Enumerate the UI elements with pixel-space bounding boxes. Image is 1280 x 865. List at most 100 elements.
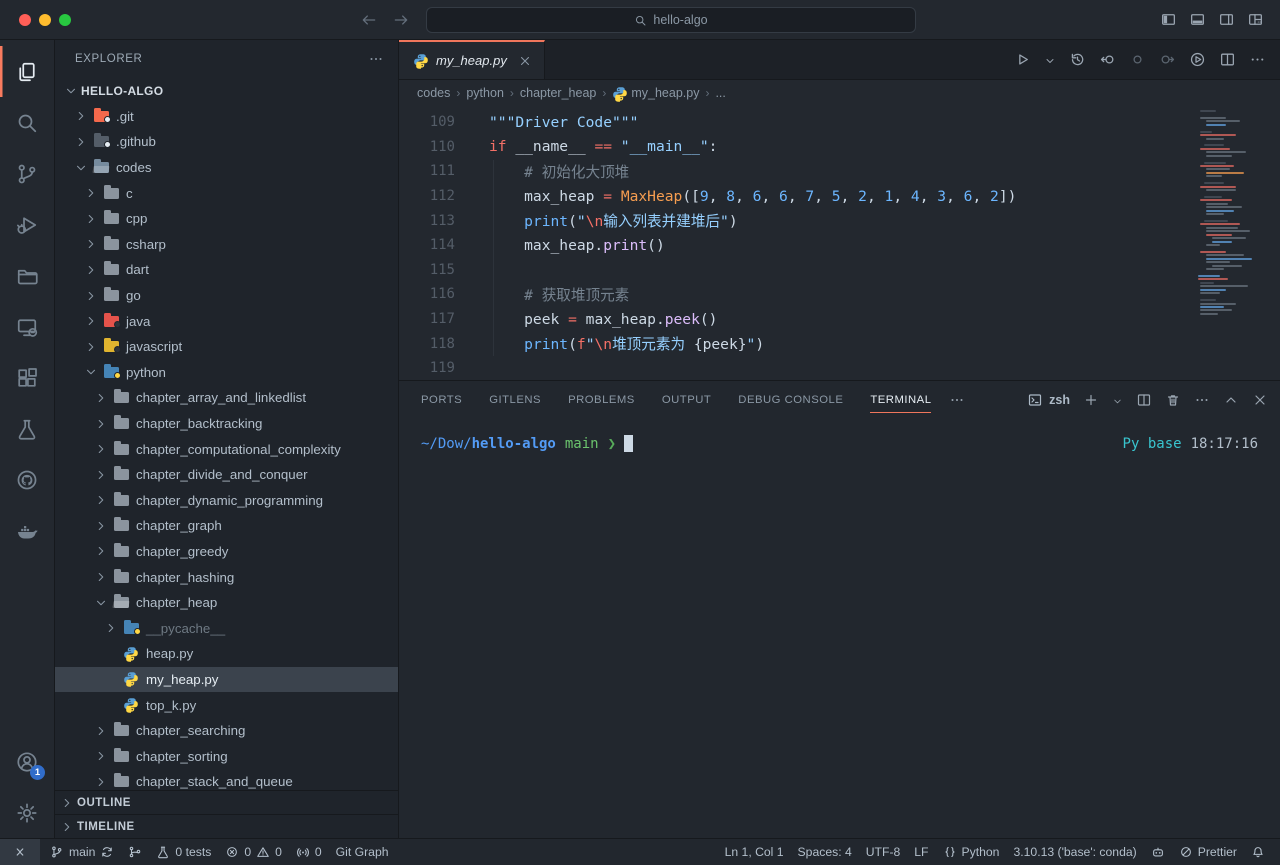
chevron-right-icon[interactable] xyxy=(83,313,99,329)
code-editor[interactable]: 109"""Driver Code"""110if __name__ == "_… xyxy=(399,106,1280,380)
status-remote-indicator[interactable] xyxy=(0,839,40,865)
chevron-right-icon[interactable] xyxy=(83,236,99,252)
chevron-right-icon[interactable] xyxy=(83,211,99,227)
tree-item-javascript[interactable]: javascript xyxy=(55,334,398,360)
chevron-right-icon[interactable] xyxy=(83,339,99,355)
activity-explorer[interactable] xyxy=(0,46,54,97)
chevron-right-icon[interactable] xyxy=(103,620,119,636)
chevron-down-icon[interactable] xyxy=(83,364,99,380)
chevron-right-icon[interactable] xyxy=(83,185,99,201)
status-problems[interactable]: 00 xyxy=(218,839,289,865)
activity-source-control[interactable] xyxy=(0,148,54,199)
activity-run-debug[interactable] xyxy=(0,199,54,250)
activity-github[interactable] xyxy=(0,454,54,505)
toggle-secondary-sidebar-icon[interactable] xyxy=(1218,11,1235,28)
tree-item-chapter-sorting[interactable]: chapter_sorting xyxy=(55,743,398,769)
tree-item--github[interactable]: .github xyxy=(55,129,398,155)
more-actions-icon[interactable] xyxy=(1249,51,1266,68)
status-python-interpreter[interactable]: 3.10.13 ('base': conda) xyxy=(1006,839,1143,865)
status-ports-forwarded[interactable]: 0 xyxy=(289,839,329,865)
tree-item-chapter-divide-and-conquer[interactable]: chapter_divide_and_conquer xyxy=(55,462,398,488)
activity-remote-explorer[interactable] xyxy=(0,301,54,352)
status-indentation[interactable]: Spaces: 4 xyxy=(791,839,859,865)
run-or-debug-icon[interactable] xyxy=(1189,51,1206,68)
status-eol[interactable]: LF xyxy=(907,839,935,865)
activity-accounts[interactable]: 1 xyxy=(0,736,54,787)
tree-item-java[interactable]: java xyxy=(55,308,398,334)
chevron-right-icon[interactable] xyxy=(73,134,89,150)
chevron-right-icon[interactable] xyxy=(93,543,109,559)
status-git-graph-button[interactable] xyxy=(121,839,149,865)
tree-item-go[interactable]: go xyxy=(55,283,398,309)
close-window-button[interactable] xyxy=(19,14,31,26)
shell-selector[interactable]: zsh xyxy=(1027,392,1070,408)
breadcrumb-item[interactable]: ... xyxy=(715,86,725,100)
tree-item-chapter-stack-and-queue[interactable]: chapter_stack_and_queue xyxy=(55,769,398,790)
navigate-back-icon[interactable] xyxy=(360,11,378,29)
activity-search[interactable] xyxy=(0,97,54,148)
breadcrumb-item[interactable]: codes xyxy=(417,86,450,100)
chevron-right-icon[interactable] xyxy=(73,108,89,124)
toggle-sidebar-icon[interactable] xyxy=(1160,11,1177,28)
activity-extensions[interactable] xyxy=(0,352,54,403)
tree-item-chapter-dynamic-programming[interactable]: chapter_dynamic_programming xyxy=(55,488,398,514)
tree-item-chapter-searching[interactable]: chapter_searching xyxy=(55,718,398,744)
minimap[interactable] xyxy=(1198,110,1274,380)
tree-item-dart[interactable]: dart xyxy=(55,257,398,283)
tree-item-my-heap-py[interactable]: my_heap.py xyxy=(55,667,398,693)
status-tests[interactable]: 0 tests xyxy=(149,839,218,865)
panel-tab-debug-console[interactable]: DEBUG CONSOLE xyxy=(738,381,843,419)
chevron-down-icon[interactable] xyxy=(63,83,79,99)
tree-item-chapter-greedy[interactable]: chapter_greedy xyxy=(55,539,398,565)
chevron-right-icon[interactable] xyxy=(93,416,109,432)
chevron-right-icon[interactable] xyxy=(93,467,109,483)
tree-item-cpp[interactable]: cpp xyxy=(55,206,398,232)
explorer-more-icon[interactable] xyxy=(368,51,384,67)
tree-item-chapter-heap[interactable]: chapter_heap xyxy=(55,590,398,616)
panel-tab-ports[interactable]: PORTS xyxy=(421,381,462,419)
activity-settings[interactable] xyxy=(0,787,54,838)
tree-item-c[interactable]: c xyxy=(55,180,398,206)
activity-testing[interactable] xyxy=(0,403,54,454)
status-git-graph-label[interactable]: Git Graph xyxy=(329,839,396,865)
customize-layout-icon[interactable] xyxy=(1247,11,1264,28)
tree-item-csharp[interactable]: csharp xyxy=(55,232,398,258)
timeline-history-icon[interactable] xyxy=(1069,51,1086,68)
split-editor-icon[interactable] xyxy=(1219,51,1236,68)
toggle-panel-icon[interactable] xyxy=(1189,11,1206,28)
tree-item-chapter-computational-complexity[interactable]: chapter_computational_complexity xyxy=(55,436,398,462)
panel-tab-output[interactable]: OUTPUT xyxy=(662,381,711,419)
nav-current-icon[interactable] xyxy=(1129,51,1146,68)
tree-item--pycache-[interactable]: __pycache__ xyxy=(55,615,398,641)
chevron-right-icon[interactable] xyxy=(83,262,99,278)
chevron-right-icon[interactable] xyxy=(83,288,99,304)
tree-item-heap-py[interactable]: heap.py xyxy=(55,641,398,667)
navigate-forward-icon[interactable] xyxy=(392,11,410,29)
chevron-right-icon[interactable] xyxy=(93,518,109,534)
breadcrumb-item[interactable]: python xyxy=(466,86,504,100)
split-terminal-icon[interactable] xyxy=(1136,392,1152,409)
tree-item-hello-algo[interactable]: HELLO-ALGO xyxy=(55,78,398,104)
nav-forward-icon[interactable] xyxy=(1159,51,1176,68)
terminal-more-icon[interactable] xyxy=(1194,392,1210,409)
tab-my-heap-py[interactable]: my_heap.py xyxy=(399,40,545,79)
tree-item-chapter-graph[interactable]: chapter_graph xyxy=(55,513,398,539)
new-terminal-icon[interactable] xyxy=(1083,392,1099,409)
chevron-down-icon[interactable] xyxy=(93,595,109,611)
command-center-search[interactable]: hello-algo xyxy=(426,7,916,33)
minimize-window-button[interactable] xyxy=(39,14,51,26)
tree-item-chapter-array-and-linkedlist[interactable]: chapter_array_and_linkedlist xyxy=(55,385,398,411)
zoom-window-button[interactable] xyxy=(59,14,71,26)
chevron-right-icon[interactable] xyxy=(93,441,109,457)
chevron-right-icon[interactable] xyxy=(93,774,109,790)
status-copilot[interactable] xyxy=(1144,839,1172,865)
panel-tab-problems[interactable]: PROBLEMS xyxy=(568,381,635,419)
chevron-right-icon[interactable] xyxy=(93,723,109,739)
tree-item-python[interactable]: python xyxy=(55,360,398,386)
chevron-down-icon[interactable] xyxy=(73,160,89,176)
status-git-branch[interactable]: main xyxy=(43,839,121,865)
close-panel-icon[interactable] xyxy=(1252,392,1268,409)
status-prettier[interactable]: Prettier xyxy=(1172,839,1244,865)
tree-item-chapter-hashing[interactable]: chapter_hashing xyxy=(55,564,398,590)
run-python-file-icon[interactable] xyxy=(1014,51,1031,68)
